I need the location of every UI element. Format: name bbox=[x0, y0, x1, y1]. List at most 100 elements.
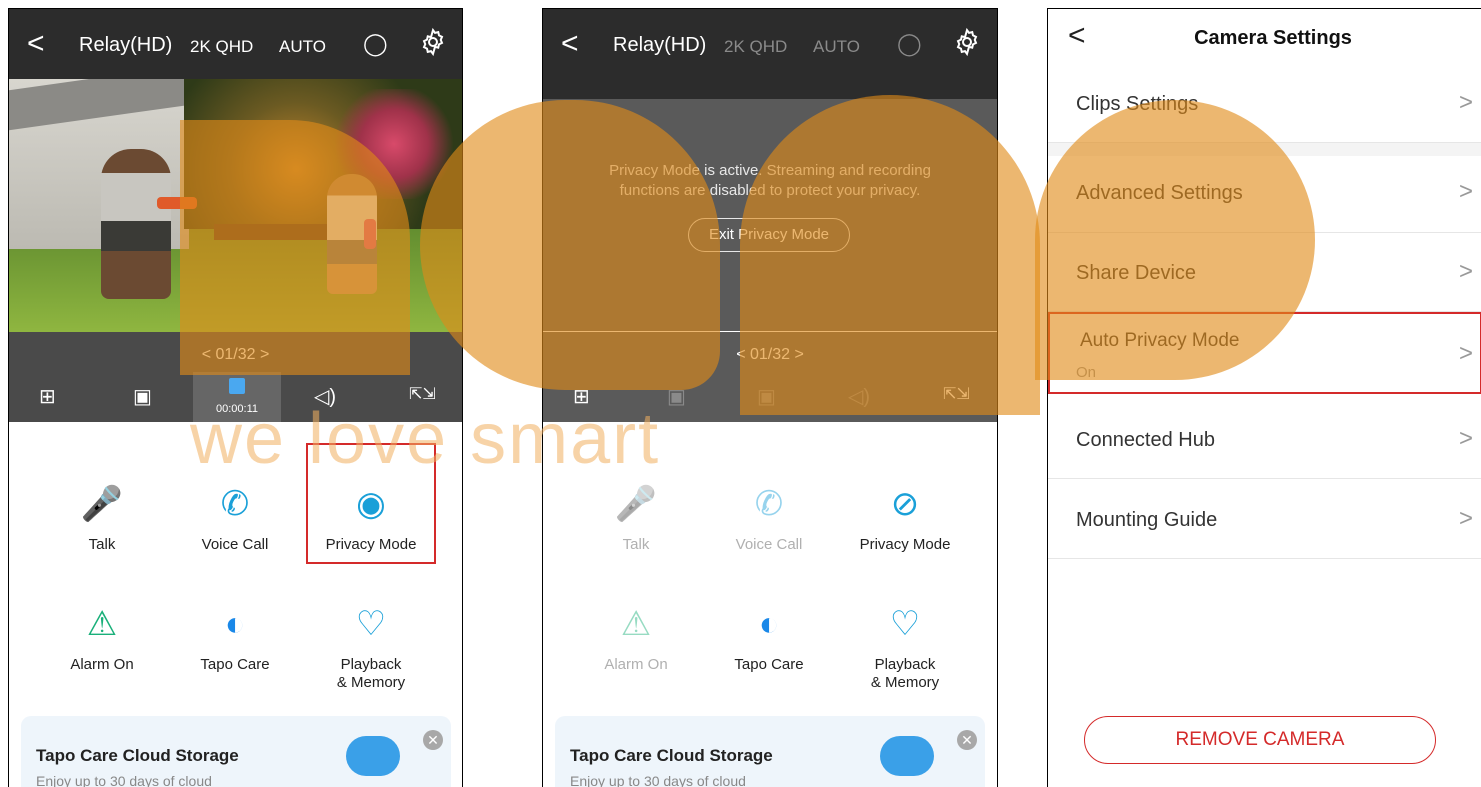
feature-label: Tapo Care bbox=[200, 656, 270, 673]
exit-privacy-button[interactable]: Exit Privacy Mode bbox=[688, 218, 850, 252]
close-icon[interactable]: ✕ bbox=[957, 730, 977, 750]
chevron-right-icon: > bbox=[1458, 425, 1473, 452]
cloud-icon bbox=[346, 736, 400, 776]
settings-row-label: Advanced Settings bbox=[1076, 182, 1243, 204]
chevron-right-icon: > bbox=[1458, 258, 1473, 285]
privacy-message-line1: Privacy Mode is active. Streaming and re… bbox=[609, 162, 931, 179]
phone-icon: ✆ bbox=[220, 485, 250, 523]
speaker-icon[interactable]: ◁) bbox=[314, 384, 336, 409]
phone-icon: ✆ bbox=[754, 485, 784, 523]
privacy-mode-button[interactable]: ⊘ Privacy Mode bbox=[840, 484, 970, 554]
settings-row-mounting[interactable]: Mounting Guide > bbox=[1048, 479, 1481, 559]
tapo-care-button[interactable]: ◐ Tapo Care bbox=[704, 604, 834, 674]
live-video-feed[interactable] bbox=[9, 79, 462, 332]
chevron-right-icon: > bbox=[1458, 178, 1473, 205]
record-button[interactable]: 00:00:11 bbox=[193, 372, 281, 422]
feature-label: Alarm On bbox=[70, 656, 134, 673]
settings-row-label: Clips Settings bbox=[1076, 93, 1199, 115]
playback-button[interactable]: ♡ Playback & Memory bbox=[840, 604, 970, 692]
chevron-right-icon: > bbox=[1458, 89, 1473, 116]
promo-title: Tapo Care Cloud Storage bbox=[570, 746, 773, 765]
video-water-gun-2 bbox=[364, 219, 376, 249]
video-water-gun bbox=[157, 197, 197, 209]
bulb-icon[interactable]: ◯ bbox=[363, 31, 388, 57]
camera-title: Relay(HD) bbox=[79, 34, 173, 56]
fullscreen-icon[interactable]: ⇱⇲ bbox=[409, 384, 436, 404]
recording-icon bbox=[229, 378, 245, 394]
settings-row-share[interactable]: Share Device > bbox=[1048, 233, 1481, 312]
remove-camera-button[interactable]: REMOVE CAMERA bbox=[1084, 716, 1436, 764]
talk-button: 🎤 Talk bbox=[571, 484, 701, 554]
privacy-message: Privacy Mode is active. Streaming and re… bbox=[543, 161, 997, 201]
feature-label: Voice Call bbox=[735, 536, 803, 553]
microphone-icon: 🎤 bbox=[80, 485, 124, 523]
resolution-toggle[interactable]: 2K QHD bbox=[190, 37, 253, 57]
settings-row-label: Mounting Guide bbox=[1076, 509, 1218, 531]
promo-description: Enjoy up to 30 days of cloud bbox=[36, 773, 212, 787]
record-icon: ▣ bbox=[757, 386, 776, 408]
night-mode-toggle: AUTO bbox=[813, 37, 860, 56]
feature-label: Tapo Care bbox=[734, 656, 804, 673]
voice-call-button[interactable]: ✆ Voice Call bbox=[170, 484, 300, 554]
settings-row-clips[interactable]: Clips Settings > bbox=[1048, 69, 1481, 143]
video-adult bbox=[101, 149, 171, 299]
fullscreen-icon[interactable]: ⇱⇲ bbox=[943, 384, 970, 404]
tapo-care-icon: ◐ bbox=[758, 605, 780, 643]
screenshot-collage: < Relay(HD) 2K QHD AUTO ◯ < 01/32 > ⊞ ▣ bbox=[0, 0, 1481, 787]
talk-button[interactable]: 🎤 Talk bbox=[37, 484, 167, 554]
resolution-toggle: 2K QHD bbox=[724, 37, 788, 56]
page-indicator[interactable]: < 01/32 > bbox=[9, 346, 462, 364]
feature-label: Playback & Memory bbox=[870, 656, 940, 691]
feature-label: Voice Call bbox=[201, 536, 269, 553]
promo-description: Enjoy up to 30 days of cloud bbox=[570, 773, 746, 787]
tapo-care-icon: ◐ bbox=[224, 605, 246, 643]
snapshot-icon[interactable]: ▣ bbox=[133, 384, 152, 409]
speaker-icon: ◁) bbox=[848, 386, 871, 408]
playback-button[interactable]: ♡ Playback & Memory bbox=[306, 604, 436, 692]
tapo-care-button[interactable]: ◐ Tapo Care bbox=[170, 604, 300, 674]
feature-label: Talk bbox=[622, 536, 650, 553]
promo-title: Tapo Care Cloud Storage bbox=[36, 746, 239, 765]
privacy-view-screen: < Relay(HD) 2K QHD AUTO ◯ Privacy Mode i… bbox=[542, 8, 998, 787]
top-bar: < Relay(HD) 2K QHD AUTO ◯ bbox=[9, 9, 462, 79]
alarm-icon: ⚠ bbox=[86, 605, 118, 643]
settings-row-label: Share Device bbox=[1076, 262, 1197, 284]
playback-icon: ♡ bbox=[889, 605, 921, 643]
auto-privacy-highlight bbox=[1048, 312, 1481, 394]
snapshot-icon: ▣ bbox=[667, 386, 686, 408]
settings-row-hub[interactable]: Connected Hub > bbox=[1048, 394, 1481, 479]
back-button[interactable]: < bbox=[561, 29, 579, 59]
privacy-mode-highlight bbox=[306, 443, 436, 564]
microphone-icon: 🎤 bbox=[614, 485, 658, 523]
privacy-overlay: Privacy Mode is active. Streaming and re… bbox=[543, 99, 997, 331]
voice-call-button: ✆ Voice Call bbox=[704, 484, 834, 554]
top-bar-extension bbox=[543, 79, 997, 99]
close-icon[interactable]: ✕ bbox=[423, 730, 443, 750]
camera-settings-screen: < Camera Settings Clips Settings > Advan… bbox=[1047, 8, 1481, 787]
section-divider bbox=[1048, 143, 1481, 156]
settings-header: < Camera Settings bbox=[1048, 9, 1481, 69]
alarm-button[interactable]: ⚠ Alarm On bbox=[37, 604, 167, 674]
gear-icon[interactable] bbox=[952, 27, 982, 57]
cloud-icon bbox=[880, 736, 934, 776]
gear-icon[interactable] bbox=[418, 27, 448, 57]
night-mode-toggle[interactable]: AUTO bbox=[279, 37, 326, 57]
control-bar: < 01/32 > ⊞ ▣ ▣ ◁) ⇱⇲ bbox=[543, 332, 997, 422]
control-bar: < 01/32 > ⊞ ▣ 00:00:11 ◁) ⇱⇲ bbox=[9, 332, 462, 422]
chevron-right-icon: > bbox=[1458, 505, 1473, 532]
bulb-icon: ◯ bbox=[897, 31, 922, 56]
feature-label: Alarm On bbox=[604, 656, 668, 673]
grid-view-icon[interactable]: ⊞ bbox=[39, 384, 56, 409]
back-button[interactable]: < bbox=[27, 29, 45, 59]
top-bar: < Relay(HD) 2K QHD AUTO ◯ bbox=[543, 9, 997, 79]
promo-banner[interactable]: Tapo Care Cloud Storage Enjoy up to 30 d… bbox=[555, 716, 985, 787]
feature-label: Playback & Memory bbox=[336, 656, 406, 691]
alarm-button: ⚠ Alarm On bbox=[571, 604, 701, 674]
settings-row-label: Connected Hub bbox=[1076, 429, 1215, 451]
camera-title: Relay(HD) bbox=[613, 34, 707, 56]
promo-banner[interactable]: Tapo Care Cloud Storage Enjoy up to 30 d… bbox=[21, 716, 451, 787]
page-indicator[interactable]: < 01/32 > bbox=[543, 346, 997, 364]
settings-row-advanced[interactable]: Advanced Settings > bbox=[1048, 156, 1481, 233]
grid-view-icon[interactable]: ⊞ bbox=[573, 384, 590, 409]
privacy-off-icon: ⊘ bbox=[890, 485, 920, 523]
